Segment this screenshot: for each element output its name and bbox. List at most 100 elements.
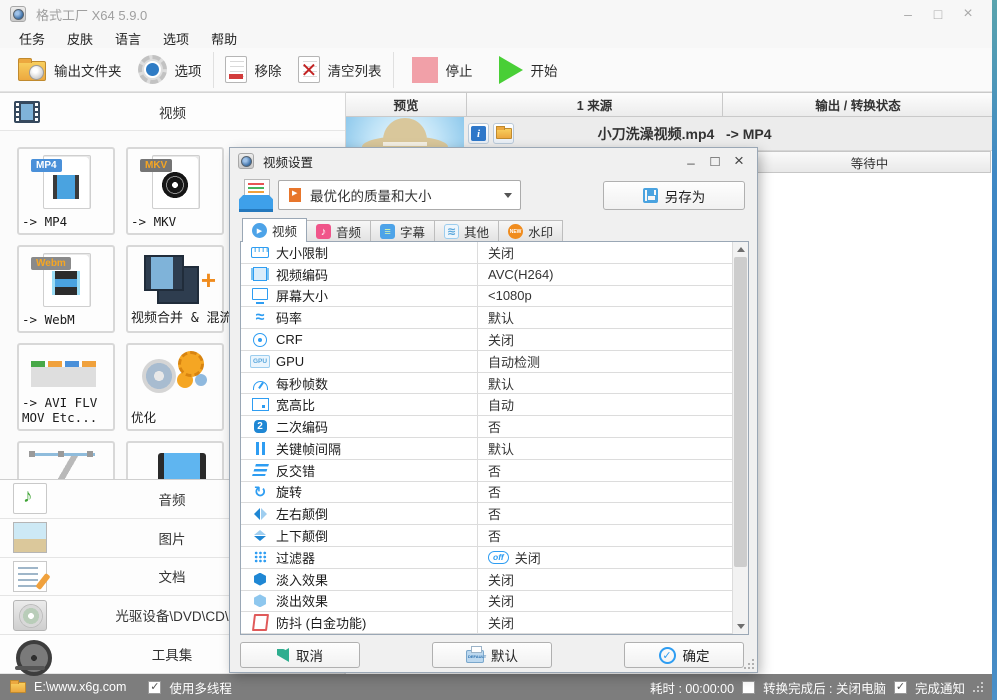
info-icon: i — [471, 126, 486, 141]
column-output-status[interactable]: 输出 / 转换状态 — [723, 93, 993, 116]
scrollbar-thumb[interactable] — [734, 257, 747, 567]
setting-row-limit[interactable]: 大小限制 关闭 — [241, 242, 732, 264]
scroll-down-icon[interactable] — [733, 619, 748, 634]
default-button[interactable]: 默认 — [432, 642, 552, 668]
menu-item-language[interactable]: 语言 — [104, 29, 152, 48]
setting-label: 视频编码 — [276, 267, 329, 283]
setting-row-fps[interactable]: 每秒帧数 默认 — [241, 372, 732, 395]
tab-watermark[interactable]: 水印 — [499, 220, 564, 242]
setting-row-stabilize[interactable]: 防抖 (白金功能) 关闭 — [241, 612, 732, 635]
setting-value: 默认 — [488, 376, 515, 392]
setting-row-fliph[interactable]: 左右颠倒 否 — [241, 503, 732, 526]
setting-row-flipv[interactable]: 上下颠倒 否 — [241, 525, 732, 547]
setting-row-gpu[interactable]: GPU 自动检测 — [241, 350, 732, 373]
file-info-button[interactable]: i — [468, 123, 489, 144]
setting-row-aspect[interactable]: 宽高比 自动 — [241, 394, 732, 417]
setting-row-fadeout[interactable]: 淡出效果 关闭 — [241, 590, 732, 613]
card-optimize[interactable]: 优化 — [126, 343, 224, 431]
setting-value: 默认 — [488, 441, 515, 457]
cancel-button[interactable]: 取消 — [240, 642, 360, 668]
setting-value-cell: 关闭 — [477, 568, 732, 590]
setting-row-fadein[interactable]: 淡入效果 关闭 — [241, 568, 732, 591]
card-webm[interactable]: Webm -> WebM — [17, 245, 115, 333]
preview-thumbnail — [346, 117, 464, 150]
scroll-up-icon[interactable] — [733, 242, 748, 257]
close-icon[interactable] — [953, 1, 983, 27]
dialog-resize-grip[interactable] — [744, 659, 754, 669]
titlebar: 格式工厂 X64 5.9.0 — [0, 0, 997, 28]
setting-row-deinterlace[interactable]: 反交错 否 — [241, 459, 732, 482]
window-resize-grip[interactable] — [973, 682, 983, 692]
setting-value: 否 — [488, 463, 502, 479]
setting-name-cell: 反交错 — [241, 460, 477, 481]
format-factory-window: 格式工厂 X64 5.9.0 任务皮肤语言选项帮助 输出文件夹 选项 移除 清空… — [0, 0, 997, 700]
open-folder-button[interactable] — [493, 123, 514, 144]
toolbar-separator — [392, 51, 394, 88]
options-button[interactable]: 选项 — [130, 52, 210, 87]
setting-row-crf[interactable]: CRF 关闭 — [241, 329, 732, 351]
maximize-icon[interactable] — [923, 1, 953, 27]
clear-list-button[interactable]: 清空列表 — [290, 53, 390, 86]
menu-item-help[interactable]: 帮助 — [200, 29, 248, 48]
output-folder-button[interactable]: 输出文件夹 — [10, 55, 130, 84]
setting-row-screen[interactable]: 屏幕大小 <1080p — [241, 285, 732, 308]
video-settings-dialog: 视频设置 最优化的质量和大小 另存为 视频音频字幕其他水印 大小限制关闭视频编码… — [230, 148, 757, 672]
setting-row-rotate[interactable]: 旋转 否 — [241, 481, 732, 504]
setting-name-cell: 防抖 (白金功能) — [241, 612, 477, 633]
card-mp4[interactable]: MP4 -> MP4 — [17, 147, 115, 235]
tab-audio[interactable]: 音频 — [307, 220, 372, 242]
statusbar: E:\www.x6g.com 使用多线程 耗时 : 00:00:00 转换完成后… — [0, 674, 997, 700]
card-multi[interactable]: -> AVI FLV MOV Etc... — [17, 343, 115, 431]
tab-other[interactable]: 其他 — [435, 220, 500, 242]
dialog-close-icon[interactable] — [727, 151, 751, 171]
notify-label: 完成通知 — [914, 681, 965, 696]
preset-dropdown[interactable]: 最优化的质量和大小 — [278, 180, 521, 210]
settings-scrollbar[interactable] — [732, 242, 748, 634]
setting-value: 否 — [488, 529, 502, 545]
setting-row-twopass[interactable]: 二次编码 否 — [241, 416, 732, 439]
setting-row-filter[interactable]: 过滤器 off 关闭 — [241, 546, 732, 569]
category-title: 视频 — [159, 105, 186, 121]
minimize-icon[interactable] — [893, 1, 923, 27]
start-button[interactable]: 开始 — [491, 53, 566, 87]
stop-button[interactable]: 停止 — [404, 54, 481, 86]
fps-icon — [251, 375, 269, 391]
remove-button[interactable]: 移除 — [217, 53, 290, 86]
twopass-icon — [251, 419, 269, 435]
tab-video[interactable]: 视频 — [242, 218, 308, 242]
statusbar-folder-icon[interactable] — [10, 679, 26, 693]
fadeout-icon — [251, 593, 269, 609]
codec-icon — [251, 266, 269, 282]
video-tab-icon — [252, 223, 267, 238]
task-row[interactable]: i 小刀洗澡视频.mp4 -> MP4 — [346, 117, 993, 151]
card-mkv[interactable]: MKV -> MKV — [126, 147, 224, 235]
menu-item-options[interactable]: 选项 — [152, 29, 200, 48]
setting-label: CRF — [276, 332, 303, 348]
menu-item-task[interactable]: 任务 — [8, 29, 56, 48]
tab-subtitle[interactable]: 字幕 — [371, 220, 436, 242]
notify-checkbox[interactable] — [893, 680, 907, 694]
dialog-minimize-icon[interactable] — [679, 151, 703, 171]
dialog-titlebar: 视频设置 — [230, 148, 757, 174]
dialog-maximize-icon[interactable] — [703, 151, 727, 171]
shutdown-checkbox[interactable] — [742, 680, 756, 694]
save-as-button[interactable]: 另存为 — [603, 181, 745, 210]
column-preview[interactable]: 预览 — [346, 93, 467, 116]
setting-value: 否 — [488, 507, 502, 523]
ok-label: 确定 — [682, 649, 710, 664]
setting-row-keyframe[interactable]: 关键帧间隔 默认 — [241, 438, 732, 460]
setting-row-bitrate[interactable]: 码率 默认 — [241, 307, 732, 330]
menu-item-skin[interactable]: 皮肤 — [56, 29, 104, 48]
app-logo-icon — [10, 6, 26, 22]
toolbar-separator — [212, 51, 214, 88]
multithread-checkbox[interactable] — [148, 680, 162, 694]
setting-name-cell: 屏幕大小 — [241, 286, 477, 307]
column-source[interactable]: 1 来源 — [467, 93, 723, 116]
video-category-header[interactable]: 视频 — [0, 93, 345, 131]
setting-value-cell: 否 — [477, 503, 732, 525]
card-merge[interactable]: 视频合并 & 混流 — [126, 245, 232, 333]
disc-icon — [13, 599, 47, 631]
ok-button[interactable]: 确定 — [624, 642, 744, 668]
settings-tabs: 视频 音频 字幕 其他 水印 — [242, 218, 564, 242]
setting-row-codec[interactable]: 视频编码 AVC(H264) — [241, 263, 732, 286]
